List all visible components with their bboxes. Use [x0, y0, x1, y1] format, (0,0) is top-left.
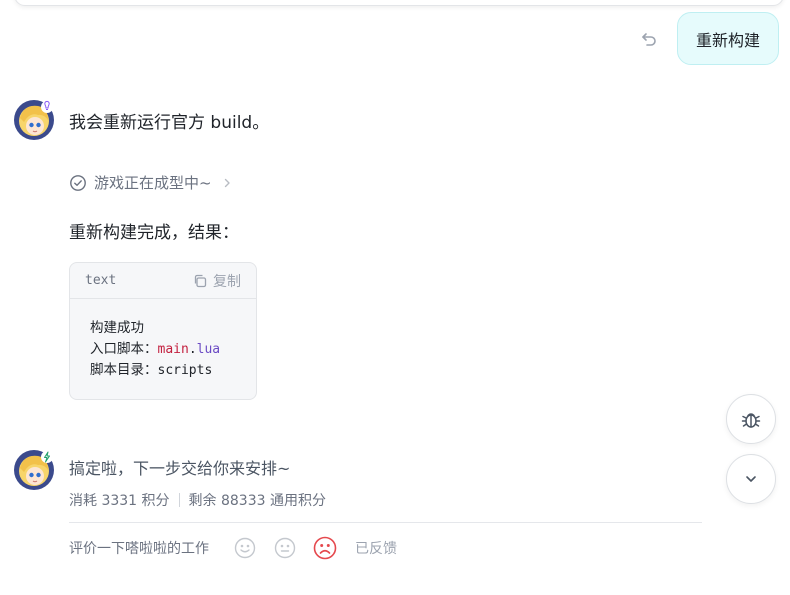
assistant-message: 我会重新运行官方 build。: [69, 113, 270, 133]
chevron-right-icon: [224, 178, 230, 187]
rating-neutral-button[interactable]: [273, 536, 297, 560]
feedback-status: 已反馈: [355, 541, 397, 557]
code-line: 构建成功: [90, 318, 236, 339]
code-text: 构建成功: [90, 320, 144, 336]
assistant-avatar: [14, 100, 54, 140]
status-text: 游戏正在成型中~: [94, 174, 212, 192]
check-circle-icon: [70, 174, 86, 191]
bug-icon: [741, 413, 761, 428]
neutral-face-icon: [274, 537, 296, 559]
code-line: 脚本目录：scripts: [90, 360, 236, 382]
code-language-label: text: [85, 273, 117, 288]
code-block: text 复制 构建成功 入口脚本：main.lua 脚本目录：scripts: [69, 262, 257, 400]
code-block-header: text 复制: [70, 263, 256, 299]
assistant-avatar: [14, 450, 54, 490]
sad-face-icon: [313, 536, 337, 560]
code-text: 入口脚本：: [90, 340, 158, 357]
copy-label: 复制: [213, 273, 241, 290]
credits-remaining: 剩余 88333 通用积分: [188, 493, 326, 509]
copy-icon: [194, 274, 207, 287]
credits-used: 消耗 3331 积分: [69, 493, 170, 509]
rating-bar: 评价一下嗒啦啦的工作 已反馈: [69, 536, 397, 560]
result-heading: 重新构建完成，结果：: [69, 223, 239, 243]
code-token: .: [188, 341, 197, 357]
code-line: 入口脚本：main.lua: [90, 339, 236, 361]
code-token: main: [157, 341, 189, 357]
rating-unhappy-button[interactable]: [313, 536, 337, 560]
smile-face-icon: [234, 537, 256, 559]
code-token: lua: [196, 341, 221, 357]
user-message-bubble: 重新构建: [676, 12, 779, 65]
generation-status[interactable]: 游戏正在成型中~: [69, 172, 233, 193]
user-message-row: 重新构建: [639, 12, 779, 65]
code-content: 构建成功 入口脚本：main.lua 脚本目录：scripts: [70, 299, 256, 382]
credits-info: 消耗 3331 积分 剩余 88333 通用积分: [69, 490, 326, 510]
rating-label: 评价一下嗒啦啦的工作: [69, 541, 209, 557]
assistant-message: 搞定啦，下一步交给你来安排~: [69, 459, 291, 478]
previous-input-card: [14, 0, 784, 6]
code-token: scripts: [157, 363, 213, 378]
chevron-down-icon: [746, 476, 756, 482]
divider: [69, 522, 702, 523]
scroll-down-button[interactable]: [726, 454, 776, 504]
copy-button[interactable]: 复制: [193, 271, 241, 291]
credits-separator: [178, 493, 180, 507]
undo-icon[interactable]: [639, 29, 659, 49]
rating-happy-button[interactable]: [233, 536, 257, 560]
report-bug-button[interactable]: [726, 394, 776, 444]
code-text: 脚本目录：: [90, 362, 158, 378]
